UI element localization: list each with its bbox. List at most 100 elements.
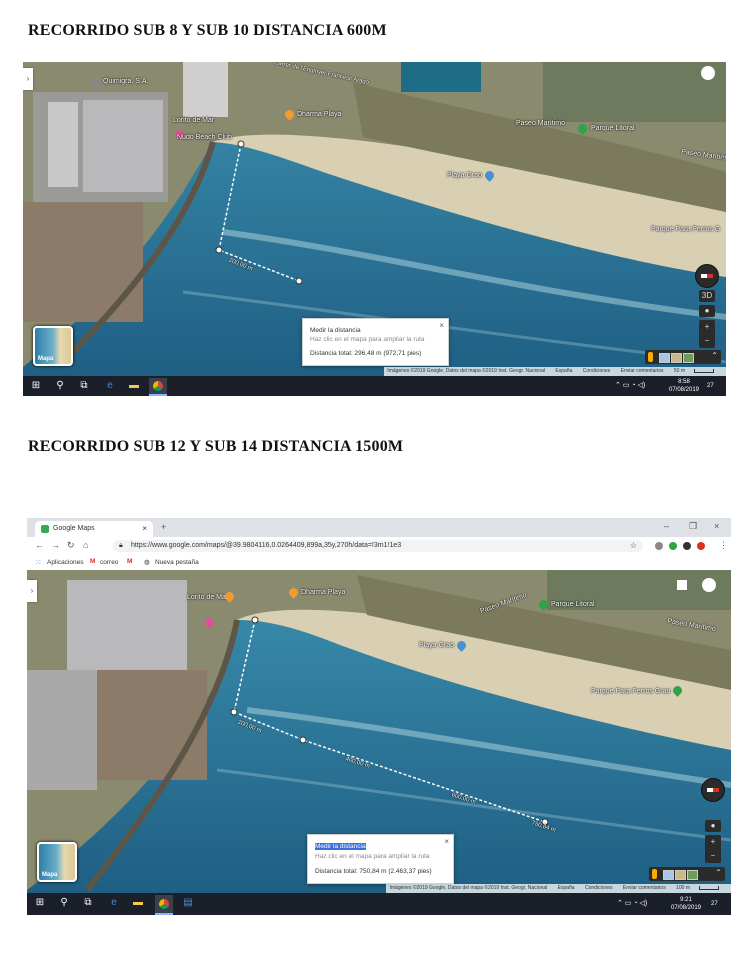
maximize-button[interactable]: ❐	[689, 521, 697, 532]
pegman-icon[interactable]	[652, 869, 657, 879]
new-tab-button[interactable]: +	[161, 522, 166, 532]
bookmark-correo[interactable]: correo	[100, 559, 118, 566]
tray-icons[interactable]: ⌃ ▭ ◔ ◁)	[617, 900, 647, 908]
location-icon[interactable]: ●	[705, 820, 721, 832]
extension-icon[interactable]	[655, 542, 663, 550]
layer-icon[interactable]	[659, 353, 670, 363]
file-explorer-icon[interactable]: ▬	[127, 380, 141, 392]
pegman-layers-bar: ⌃	[649, 867, 725, 881]
file-explorer-icon[interactable]: ▬	[131, 897, 145, 909]
back-icon[interactable]: ←	[35, 540, 44, 550]
layer-thumbnail[interactable]: Mapa	[37, 842, 77, 882]
label-playa-grao[interactable]: Playa Grao	[419, 642, 454, 649]
compass-icon[interactable]	[695, 264, 719, 288]
search-icon[interactable]: ⚲	[53, 380, 67, 392]
reload-icon[interactable]: ↻	[67, 540, 75, 551]
account-avatar[interactable]	[702, 578, 716, 592]
label-parque-litoral[interactable]: Parque Litoral	[551, 601, 595, 608]
clock[interactable]: 9:21 07/08/2019	[669, 896, 703, 912]
feedback-link[interactable]: Enviar comentarios	[621, 368, 664, 374]
view-3d-button[interactable]: 3D	[699, 290, 715, 302]
side-panel-toggle[interactable]: ›	[27, 580, 37, 602]
windows-start-icon[interactable]: ⊞	[29, 380, 43, 392]
layer-thumbnail-label: Mapa	[42, 872, 58, 878]
minimize-button[interactable]: –	[664, 521, 669, 531]
menu-dots-icon[interactable]: ⋮	[719, 540, 728, 551]
feedback-link[interactable]: Enviar comentarios	[623, 885, 666, 891]
layer-icon[interactable]	[675, 870, 686, 880]
layer-icon[interactable]	[683, 353, 694, 363]
layer-icon[interactable]	[663, 870, 674, 880]
edge-icon[interactable]: e	[103, 380, 117, 392]
extension-icon[interactable]	[697, 542, 705, 550]
satellite-map-1[interactable]: › Quimigra, S.A. Carrer de l'Enginyer Fr…	[23, 62, 726, 376]
country-link[interactable]: España	[558, 885, 575, 891]
clock-date: 07/08/2019	[670, 905, 702, 911]
zoom-out-button[interactable]: −	[705, 849, 721, 863]
task-view-icon[interactable]: ⧉	[81, 897, 95, 909]
close-icon[interactable]: ×	[444, 837, 449, 846]
satellite-map-2[interactable]: › Lorito de Mar Dharma Playa Playa Grao …	[27, 570, 731, 893]
clock[interactable]: 8:58 07/08/2019	[667, 378, 701, 394]
zoom-in-button[interactable]: +	[705, 835, 721, 849]
label-nudo[interactable]: Nudo Beach Club	[177, 134, 232, 141]
scale-label: 100 m	[676, 885, 690, 891]
label-parque-perros[interactable]: Parque Para Perros G	[651, 226, 720, 233]
layer-icon[interactable]	[687, 870, 698, 880]
window-close-button[interactable]: ×	[714, 521, 719, 531]
chrome-icon[interactable]	[149, 378, 167, 396]
layer-icon[interactable]	[671, 353, 682, 363]
close-icon[interactable]: ×	[439, 321, 444, 330]
label-parque-litoral[interactable]: Parque Litoral	[591, 125, 635, 132]
apps-grid-icon[interactable]	[677, 580, 687, 590]
measure-total: Distancia total: 296,48 m (972,71 pies)	[310, 350, 422, 357]
apps-grid-icon[interactable]	[701, 66, 715, 80]
terms-link[interactable]: Condiciones	[585, 885, 613, 891]
label-dharma[interactable]: Dharma Playa	[301, 589, 345, 596]
location-icon[interactable]: ●	[699, 305, 715, 317]
document-icon[interactable]: ▤	[181, 897, 195, 909]
taskbar-2: ⊞ ⚲ ⧉ e ▬ ▤ ⌃ ▭ ◔ ◁) 9:21 07/08/2019 27	[27, 893, 731, 915]
zoom-out-button[interactable]: −	[699, 334, 715, 348]
forward-icon[interactable]: →	[51, 540, 60, 550]
address-bar[interactable]: 🔒︎ https://www.google.com/maps/@39.98041…	[113, 540, 643, 552]
imagery-credit: Imágenes ©2019 Google, Datos del mapa ©2…	[389, 885, 548, 891]
pegman-icon[interactable]	[648, 352, 653, 362]
tab-close-icon[interactable]: ×	[142, 524, 147, 533]
tray-icons[interactable]: ⌃ ▭ ◔ ◁)	[615, 382, 645, 390]
label-parque-perros[interactable]: Parque Para Perros Grao	[591, 688, 670, 695]
windows-start-icon[interactable]: ⊞	[33, 897, 47, 909]
label-lorito[interactable]: Lorito de Mar	[187, 594, 228, 601]
label-lorito[interactable]: Lorito de Mar	[173, 117, 214, 124]
screenshot-2: Google Maps × + – ❐ × ← → ↻ ⌂ 🔒︎ https:/…	[27, 518, 731, 915]
bookmark-star-icon[interactable]: ☆	[630, 540, 637, 552]
task-view-icon[interactable]: ⧉	[77, 380, 91, 392]
notification-badge[interactable]: 27	[711, 900, 718, 908]
layer-thumbnail[interactable]: Mapa	[33, 326, 73, 366]
label-paseo-maritimo-1: Paseo Marítimo	[516, 120, 566, 127]
search-icon[interactable]: ⚲	[57, 897, 71, 909]
label-playa-grao[interactable]: Playa Grao	[447, 172, 482, 179]
bookmark-new-tab[interactable]: Nueva pestaña	[155, 559, 199, 566]
chrome-icon[interactable]	[155, 895, 173, 915]
label-quimigra[interactable]: Quimigra, S.A.	[103, 78, 149, 85]
country-link[interactable]: España	[555, 368, 572, 374]
extension-icon[interactable]	[683, 542, 691, 550]
map-attribution: Imágenes ©2019 Google, Datos del mapa ©2…	[386, 884, 731, 893]
label-dharma[interactable]: Dharma Playa	[297, 111, 341, 118]
side-panel-toggle[interactable]: ›	[23, 68, 33, 90]
zoom-in-button[interactable]: +	[699, 320, 715, 334]
notification-badge[interactable]: 27	[707, 382, 714, 390]
apps-grid-icon[interactable]: ⁙	[35, 558, 42, 567]
bookmark-apps[interactable]: Aplicaciones	[47, 559, 84, 566]
compass-icon[interactable]	[701, 778, 725, 802]
home-icon[interactable]: ⌂	[83, 540, 88, 550]
clock-time: 9:21	[680, 897, 692, 903]
browser-tab[interactable]: Google Maps ×	[35, 521, 153, 537]
chevron-up-icon[interactable]: ⌃	[715, 868, 722, 877]
chevron-up-icon[interactable]: ⌃	[711, 351, 718, 360]
map-attribution: Imágenes ©2019 Google, Datos del mapa ©2…	[384, 367, 726, 376]
extension-icon[interactable]	[669, 542, 677, 550]
terms-link[interactable]: Condiciones	[583, 368, 611, 374]
edge-icon[interactable]: e	[107, 897, 121, 909]
